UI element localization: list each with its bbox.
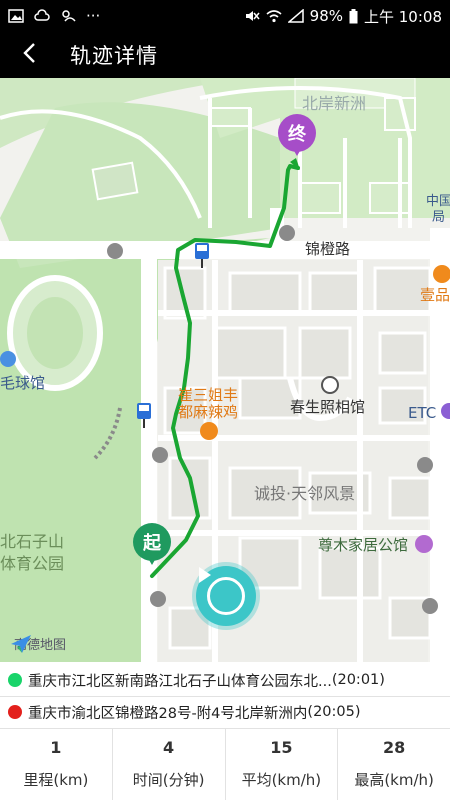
map-label-bureau: 局 xyxy=(432,210,446,225)
stat-label: 平均(km/h) xyxy=(241,771,322,789)
end-marker[interactable]: 终 xyxy=(278,114,316,160)
stat-value: 1 xyxy=(50,738,62,757)
map-label-cuisanjie-2: 都麻辣鸡 xyxy=(178,403,239,421)
stat-average-speed: 15 平均(km/h) xyxy=(226,728,339,800)
back-button[interactable] xyxy=(0,32,60,78)
trip-stats: 1 里程(km) 4 时间(分钟) 15 平均(km/h) 28 最高(km/h… xyxy=(0,728,450,800)
image-icon xyxy=(8,9,24,23)
start-marker[interactable]: 起 xyxy=(133,523,171,569)
status-bar: ··· 98% 上午 10:08 xyxy=(0,0,450,32)
stat-label: 最高(km/h) xyxy=(354,771,434,789)
signal-icon xyxy=(286,8,304,23)
more-dots: ··· xyxy=(86,7,101,25)
map-label-zunmu: 尊木家居公馆 xyxy=(318,536,409,554)
battery-icon xyxy=(349,9,358,24)
mute-icon xyxy=(244,9,260,23)
stat-value: 28 xyxy=(382,738,406,757)
chevron-left-icon xyxy=(22,42,38,68)
clock: 上午 10:08 xyxy=(364,7,442,26)
battery-percent: 98% xyxy=(309,7,343,25)
map-label-etc: ETC xyxy=(408,404,437,422)
stat-distance: 1 里程(km) xyxy=(0,728,113,800)
map-label-jincheng-road: 锦橙路 xyxy=(305,240,351,258)
stat-label: 里程(km) xyxy=(23,771,89,789)
map-label-chunsheng: 春生照相馆 xyxy=(290,398,366,416)
start-address: 重庆市江北区新南路江北石子山体育公园东北... xyxy=(28,673,332,690)
page-title: 轨迹详情 xyxy=(70,44,158,68)
map-label-yipin: 壹品 xyxy=(420,286,450,304)
wifi-icon xyxy=(266,9,282,23)
map-label-park-2: 体育公园 xyxy=(0,554,65,573)
route-map[interactable]: 北岸新洲 锦橙路 中国 局 壹品 毛球馆 崔三姐丰 都麻辣鸡 春生照相馆 ETC… xyxy=(0,78,450,662)
stat-value: 15 xyxy=(270,738,293,757)
weather-icon xyxy=(60,9,76,23)
end-time: (20:05) xyxy=(307,704,361,720)
cloud-icon xyxy=(34,9,50,23)
start-dot xyxy=(8,673,22,687)
end-address-row: 重庆市渝北区锦橙路28号-附4号北岸新洲内 (20:05) xyxy=(0,696,450,728)
map-label-park-1: 北石子山 xyxy=(0,532,65,551)
end-dot xyxy=(8,705,22,719)
end-address: 重庆市渝北区锦橙路28号-附4号北岸新洲内 xyxy=(28,705,308,722)
stat-label: 时间(分钟) xyxy=(132,771,205,789)
title-bar: 轨迹详情 xyxy=(0,32,450,78)
map-label-tennis: 毛球馆 xyxy=(0,374,46,392)
map-label-north-shore: 北岸新洲 xyxy=(302,94,367,113)
map-logo: 高德地图 xyxy=(10,634,66,653)
stat-max-speed: 28 最高(km/h) xyxy=(338,728,450,800)
play-track-button[interactable] xyxy=(196,566,256,626)
stat-value: 4 xyxy=(163,738,175,757)
start-address-row: 重庆市江北区新南路江北石子山体育公园东北... (20:01) xyxy=(0,664,450,696)
map-label-chengtou: 诚投·天邻风景 xyxy=(254,484,356,503)
start-time: (20:01) xyxy=(331,672,385,688)
stat-duration: 4 时间(分钟) xyxy=(113,728,226,800)
